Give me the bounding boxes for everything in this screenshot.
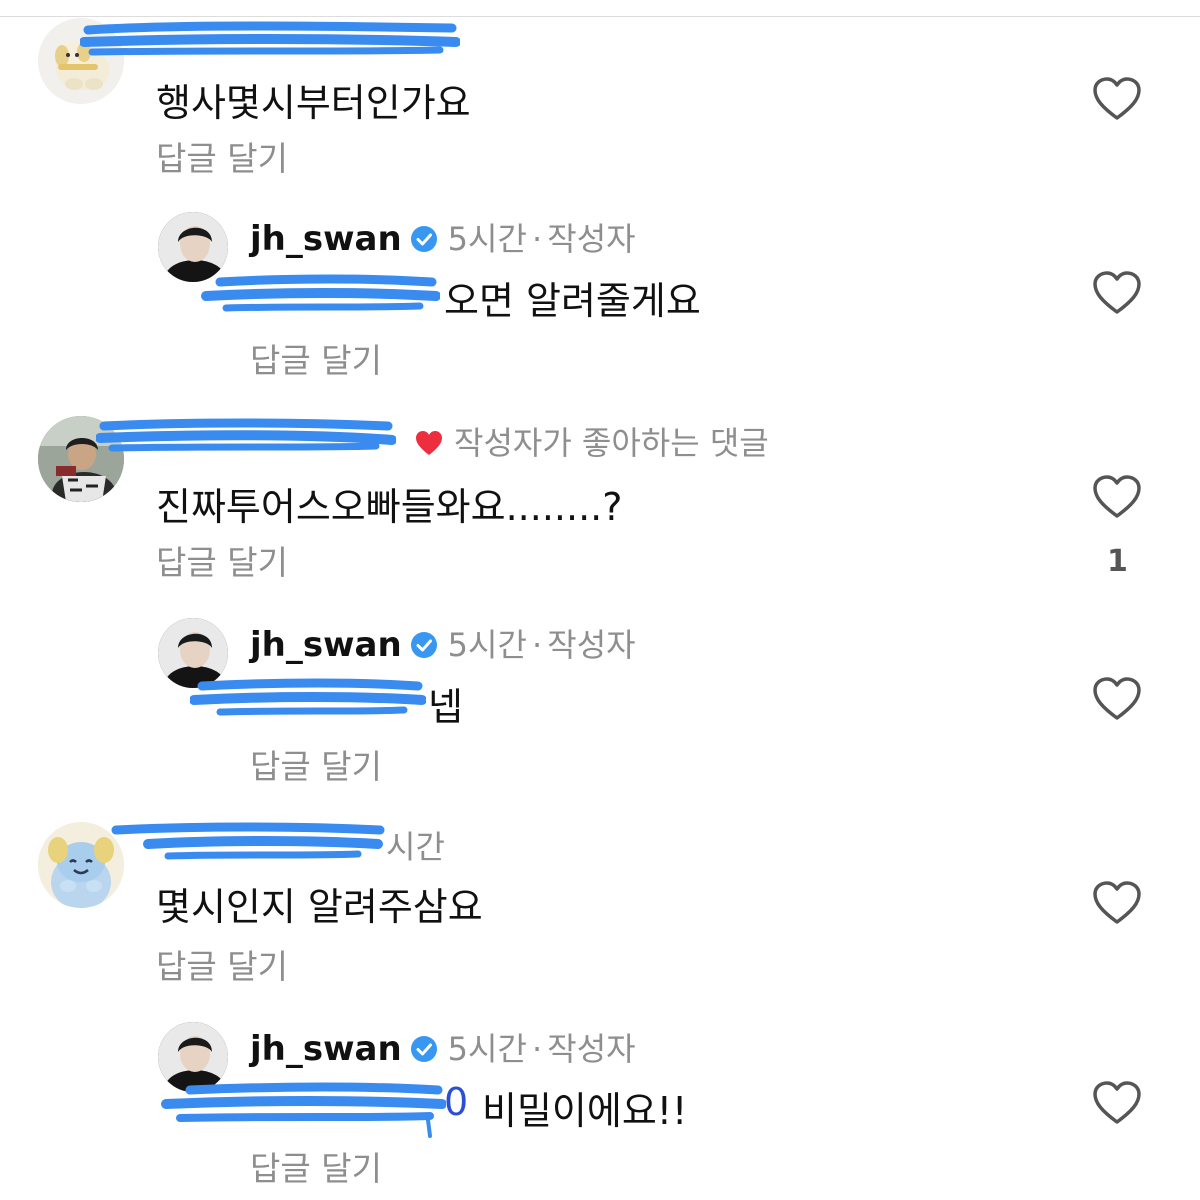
like-heart-icon[interactable] [1092,270,1142,316]
author-badge: 작성자 [547,1030,636,1068]
reply-header: jh_swan 5시간 · 작성자 [250,620,636,666]
like-heart-icon[interactable] [1092,676,1142,722]
comment-text: 몇시인지 알려주삼요 [156,885,483,929]
reply-button[interactable]: 답글 달기 [156,132,288,180]
reply-time: 5시간 [447,220,527,258]
author-badge: 작성자 [547,626,636,664]
creator-liked-label: 작성자가 좋아하는 댓글 [454,424,769,462]
like-heart-icon[interactable] [1092,76,1142,122]
reply-header: jh_swan 5시간 · 작성자 [250,214,636,260]
verified-badge-icon [410,631,438,659]
meta-separator: · [532,220,543,258]
redacted-username [108,820,388,864]
reply-button[interactable]: 답글 달기 [156,536,288,584]
like-heart-icon[interactable] [1092,474,1142,520]
username-link[interactable]: jh_swan [250,1029,402,1069]
reply-button[interactable]: 답글 달기 [250,740,382,788]
username-link[interactable]: jh_swan [250,219,402,259]
meta-separator: · [532,626,543,664]
reply-button[interactable]: 답글 달기 [156,940,288,988]
like-heart-icon[interactable] [1092,880,1142,926]
reply-button[interactable]: 답글 달기 [250,1142,382,1190]
top-divider [0,16,1200,17]
verified-badge-icon [410,225,438,253]
like-count[interactable]: 1 [1107,544,1128,579]
redacted-username [80,18,460,60]
redacted-mention [160,1080,446,1138]
comment-text: 행사몇시부터인가요 [156,81,471,125]
reply-text: 오면 알려줄게요 [444,279,701,323]
username-link[interactable]: jh_swan [250,625,402,665]
redacted-username [96,416,396,456]
reply-text: 넵 [428,685,463,729]
comment-time-fragment: 시간 [386,828,445,866]
author-badge: 작성자 [547,220,636,258]
creator-liked-indicator: 작성자가 좋아하는 댓글 [414,418,769,464]
meta-separator: · [532,1030,543,1068]
reply-time: 5시간 [447,1030,527,1068]
redacted-mention [190,676,426,720]
mention-tail[interactable]: 0 [444,1080,468,1124]
reply-time: 5시간 [447,626,527,664]
reply-button[interactable]: 답글 달기 [250,334,382,382]
filled-heart-icon [414,429,444,457]
redacted-mention [200,270,440,316]
reply-text: 비밀이에요!! [482,1089,688,1133]
verified-badge-icon [410,1035,438,1063]
like-heart-icon[interactable] [1092,1080,1142,1126]
comment-text: 진짜투어스오빠들와요........? [156,485,623,529]
reply-header: jh_swan 5시간 · 작성자 [250,1024,636,1070]
